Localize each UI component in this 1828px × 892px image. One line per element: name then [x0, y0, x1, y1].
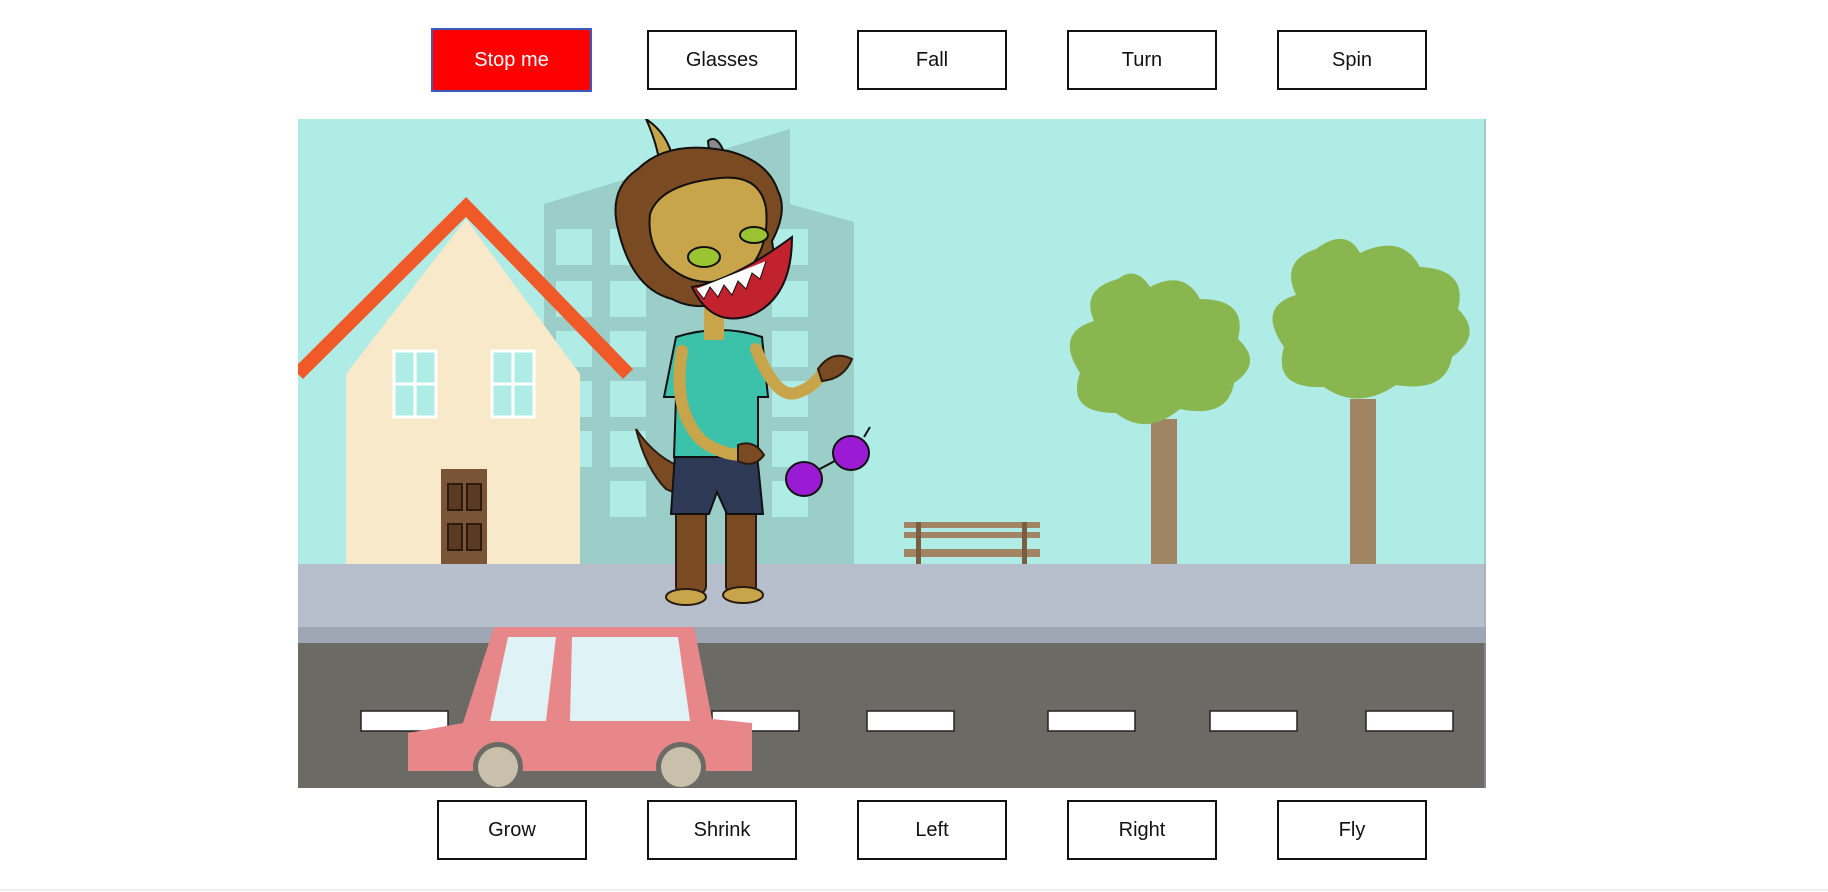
grow-button[interactable]: Grow: [437, 800, 587, 860]
page-divider: [0, 889, 1828, 891]
turn-button[interactable]: Turn: [1067, 30, 1217, 90]
sidewalk: [298, 564, 1486, 627]
animation-stage: [298, 119, 1486, 788]
right-button[interactable]: Right: [1067, 800, 1217, 860]
left-button[interactable]: Left: [857, 800, 1007, 860]
fly-button[interactable]: Fly: [1277, 800, 1427, 860]
glasses-button[interactable]: Glasses: [647, 30, 797, 90]
spin-button[interactable]: Spin: [1277, 30, 1427, 90]
stop-me-button[interactable]: Stop me: [431, 28, 592, 92]
fall-button[interactable]: Fall: [857, 30, 1007, 90]
shrink-button[interactable]: Shrink: [647, 800, 797, 860]
